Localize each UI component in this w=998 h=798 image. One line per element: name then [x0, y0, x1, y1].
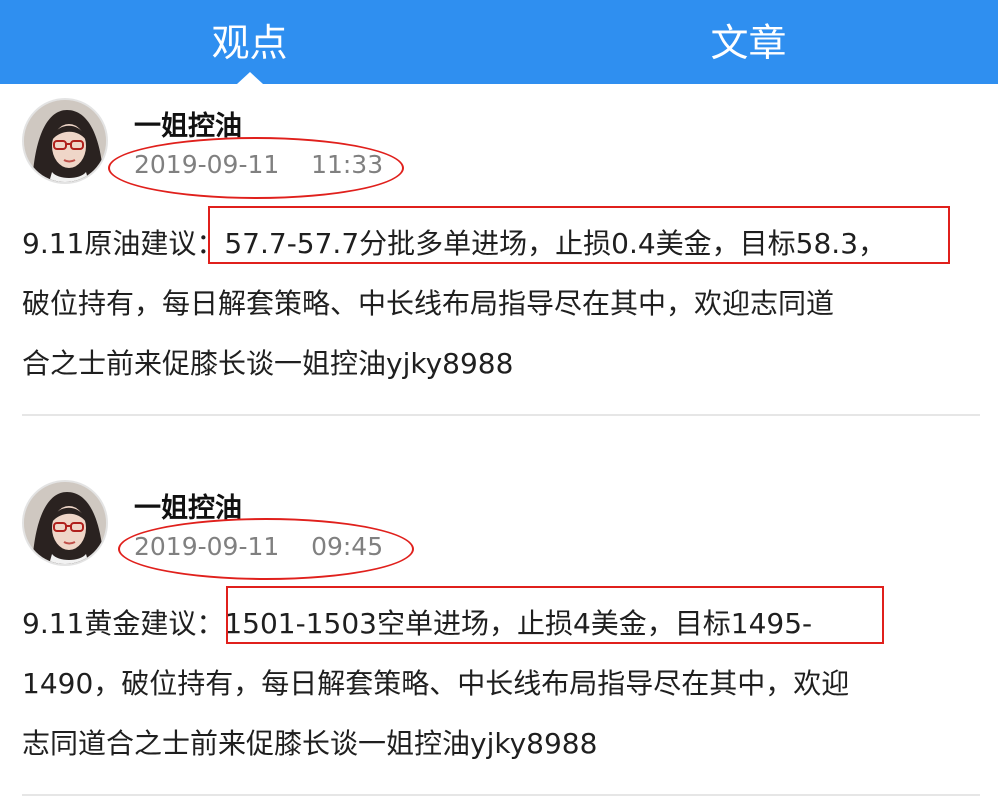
tab-viewpoints[interactable]: 观点 — [0, 0, 499, 84]
timestamp-annotation-circle — [118, 518, 414, 580]
post-item: 一姐控油 2019-09-11 09:45 9.11黄金建议：1501-1503… — [0, 466, 998, 798]
tab-viewpoints-label: 观点 — [211, 20, 288, 65]
avatar-portrait-icon — [24, 482, 106, 564]
post-content-line: 1490，破位持有，每日解套策略、中长线布局指导尽在其中，欢迎 — [22, 667, 850, 700]
avatar[interactable] — [22, 480, 108, 566]
divider — [22, 794, 980, 796]
tab-articles[interactable]: 文章 — [499, 0, 998, 84]
post-item: 一姐控油 2019-09-11 11:33 9.11原油建议：57.7-57.7… — [0, 84, 998, 416]
post-content-line: 破位持有，每日解套策略、中长线布局指导尽在其中，欢迎志同道 — [22, 287, 835, 320]
content-annotation-box — [208, 206, 950, 264]
tab-bar: 观点 文章 — [0, 0, 998, 84]
avatar-portrait-icon — [24, 100, 106, 182]
active-tab-indicator — [236, 72, 263, 84]
avatar[interactable] — [22, 98, 108, 184]
post-content-line: 合之士前来促膝长谈一姐控油yjky8988 — [22, 347, 514, 380]
timestamp-annotation-circle — [108, 137, 404, 199]
content-annotation-box — [226, 586, 884, 644]
post-content-line: 志同道合之士前来促膝长谈一姐控油yjky8988 — [22, 727, 598, 760]
tab-articles-label: 文章 — [710, 20, 787, 65]
divider — [22, 414, 980, 416]
